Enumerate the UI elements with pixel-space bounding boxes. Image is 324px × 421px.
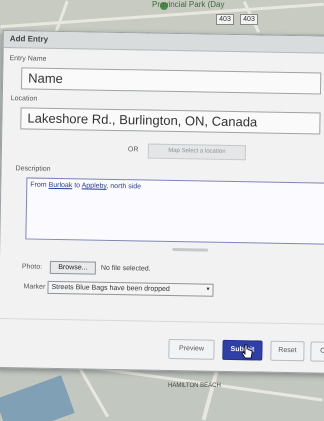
textarea-resize-handle[interactable] — [172, 247, 209, 252]
entry-name-label: Entry Name — [9, 55, 47, 63]
description-link: Burloak — [48, 181, 73, 190]
park-label: Provincial Park (Day — [152, 0, 225, 9]
description-textarea[interactable]: From Burloak to Appleby, north side — [25, 177, 324, 245]
entry-name-input[interactable]: Name — [20, 67, 322, 95]
location-label: Location — [10, 95, 38, 103]
hand-cursor-icon — [241, 344, 253, 359]
map-select-button[interactable]: Map Select a location — [147, 143, 247, 161]
dialog-title: Add Entry — [3, 31, 324, 54]
chevron-down-icon: ▾ — [206, 286, 210, 293]
add-entry-dialog: Add Entry Entry Name Name Location Lakes… — [0, 30, 324, 374]
marker-select[interactable]: Streets Blue Bags have been dropped ▾ — [47, 280, 214, 297]
description-text: , north side — [106, 182, 142, 191]
or-label: OR — [127, 146, 139, 154]
preview-button[interactable]: Preview — [168, 338, 215, 360]
photo-label: Photo: — [21, 263, 43, 271]
marker-label: Marker — [23, 283, 46, 291]
description-text: From — [30, 181, 49, 189]
footer-divider — [0, 317, 324, 325]
location-input[interactable]: Lakeshore Rd., Burlington, ON, Canada — [20, 107, 321, 135]
highway-shield-icon: 403 — [240, 14, 258, 25]
description-label: Description — [15, 165, 51, 173]
map-place-label: HAMILTON BEACH — [168, 383, 221, 389]
reset-button[interactable]: Reset — [270, 340, 305, 362]
no-file-text: No file selected. — [100, 264, 151, 273]
highway-shield-icon: 403 — [216, 14, 234, 25]
description-link: Appleby — [81, 182, 107, 190]
close-button[interactable]: Clo — [310, 341, 324, 362]
browse-button[interactable]: Browse... — [49, 260, 96, 275]
map-top-area[interactable]: Provincial Park (Day 403 403 — [0, 0, 324, 34]
marker-select-value: Streets Blue Bags have been dropped — [51, 283, 170, 293]
